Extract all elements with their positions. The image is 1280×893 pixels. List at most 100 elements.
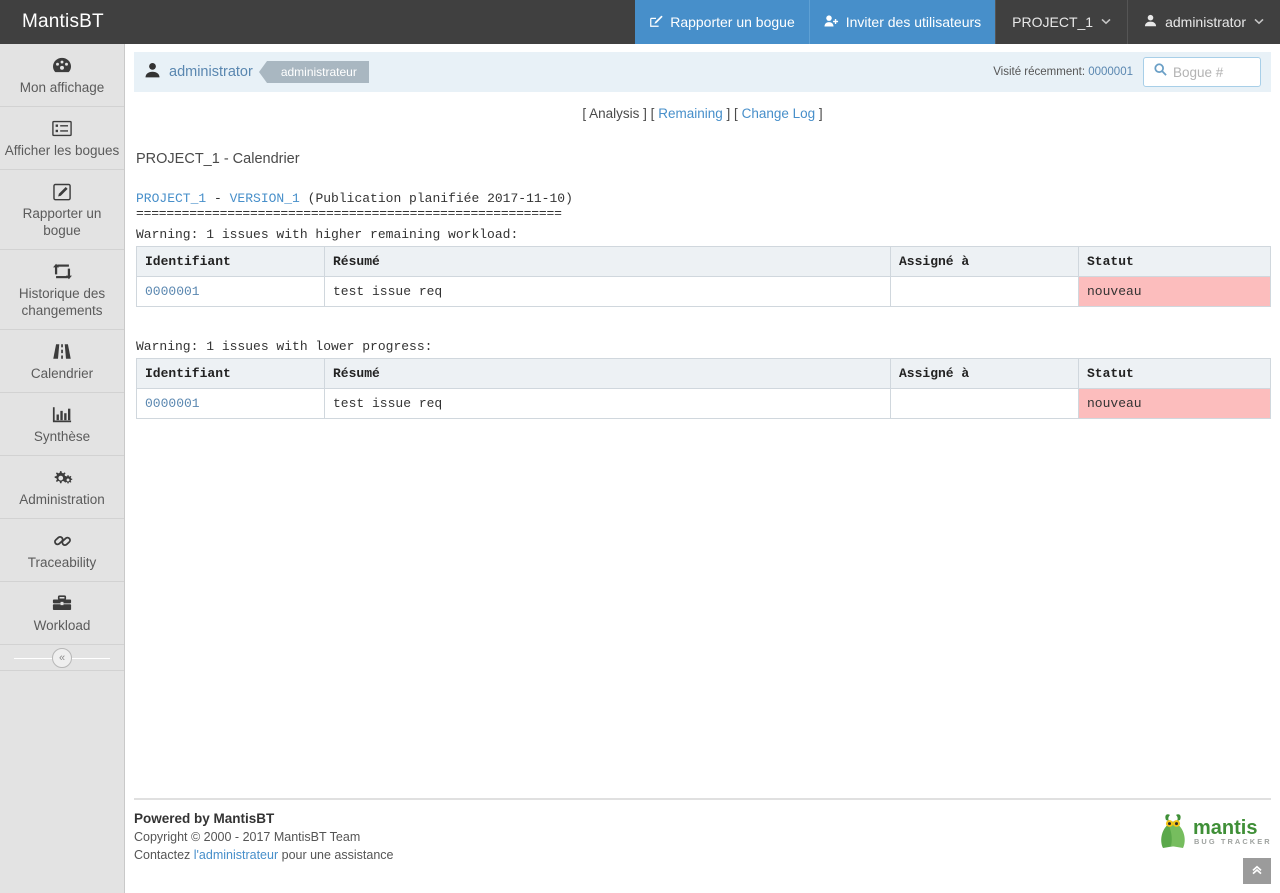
sidebar-item-view-issues[interactable]: Afficher les bogues (0, 107, 124, 170)
sidebar-item-workload[interactable]: Workload (0, 582, 124, 645)
column-header-assigned: Assigné à (890, 246, 1079, 277)
sidebar-item-changelog[interactable]: Historique des changements (0, 250, 124, 330)
version-name-link[interactable]: VERSION_1 (230, 191, 300, 206)
chevron-down-icon (1101, 16, 1111, 28)
recently-visited-value[interactable]: 0000001 (1088, 66, 1133, 78)
issues-table-lower-progress: Identifiant Résumé Assigné à Statut 0000… (136, 358, 1271, 419)
sidebar-item-label: Traceability (27, 555, 97, 570)
userbar-right: Visité récemment: 0000001 (993, 57, 1261, 87)
list-icon (3, 118, 121, 138)
sidebar-item-my-view[interactable]: Mon affichage (0, 44, 124, 107)
bracket-open: [ (582, 106, 587, 121)
briefcase-icon (3, 593, 121, 613)
sidebar-item-label: Historique des changements (18, 286, 106, 318)
mantis-insect-glyph (1161, 814, 1185, 848)
footer-copyright: Copyright © 2000 - 2017 MantisBT Team (134, 830, 361, 844)
sidebar-collapse-button[interactable]: « (52, 647, 72, 668)
mantis-logo-subtext: BUG TRACKER (1194, 837, 1271, 846)
issue-id-link[interactable]: 0000001 (145, 396, 200, 411)
table-header-row: Identifiant Résumé Assigné à Statut (136, 358, 1271, 389)
link-change-log[interactable]: Change Log (742, 106, 816, 121)
cell-assigned (890, 276, 1079, 307)
cell-id: 0000001 (136, 388, 325, 419)
project-selector[interactable]: PROJECT_1 (995, 0, 1127, 44)
column-header-id: Identifiant (136, 246, 325, 277)
invite-users-button[interactable]: Inviter des utilisateurs (808, 0, 996, 44)
issue-id-link[interactable]: 0000001 (145, 284, 200, 299)
app-brand: MantisBT (22, 11, 104, 32)
cell-status: nouveau (1078, 276, 1271, 307)
double-chevron-up-icon (1251, 864, 1263, 879)
user-icon (1144, 14, 1157, 30)
user-breadcrumb-bar: administrator administrateur Visité réce… (134, 52, 1271, 92)
column-header-assigned: Assigné à (890, 358, 1079, 389)
mantis-logo-text: mantis (1193, 817, 1257, 839)
recently-visited: Visité récemment: 0000001 (993, 66, 1133, 78)
avatar-icon (144, 62, 161, 83)
breadcrumb-user[interactable]: administrator (144, 62, 253, 83)
app-root: MantisBT Rapporter un bogue Inviter des … (0, 0, 1280, 893)
administrator-link[interactable]: l'administrateur (194, 848, 278, 862)
column-header-summary: Résumé (324, 358, 891, 389)
user-plus-icon (824, 14, 839, 31)
sidebar-item-summary[interactable]: Synthèse (0, 393, 124, 456)
footer: Powered by MantisBT Copyright © 2000 - 2… (134, 798, 1271, 864)
user-menu[interactable]: administrator (1127, 0, 1280, 44)
scroll-to-top-button[interactable] (1243, 858, 1271, 884)
mantis-logo: mantis BUG TRACKER (1153, 812, 1271, 861)
sidebar-item-label: Calendrier (30, 366, 94, 381)
version-header: PROJECT_1 - VERSION_1 (Publication plani… (136, 191, 1269, 206)
powered-by-label: Powered by (134, 811, 214, 826)
sidebar-collapse-bar: « (0, 645, 124, 671)
sidebar-item-roadmap[interactable]: Calendrier (0, 330, 124, 393)
recently-visited-label: Visité récemment: (993, 66, 1086, 78)
content-body: PROJECT_1 - Calendrier PROJECT_1 - VERSI… (125, 151, 1280, 419)
footer-contact: Contactez l'administrateur pour une assi… (134, 846, 394, 864)
column-header-id: Identifiant (136, 358, 325, 389)
invite-users-label: Inviter des utilisateurs (845, 14, 982, 30)
version-project-link[interactable]: PROJECT_1 (136, 191, 206, 206)
edit-square-icon (649, 14, 663, 31)
top-navbar: MantisBT Rapporter un bogue Inviter des … (0, 0, 1280, 44)
retweet-icon (3, 261, 121, 281)
main-content: administrator administrateur Visité réce… (125, 44, 1280, 893)
column-header-status: Statut (1078, 246, 1271, 277)
cell-assigned (890, 388, 1079, 419)
role-badge: administrateur (258, 61, 369, 83)
sidebar-item-traceability[interactable]: Traceability (0, 519, 124, 582)
table-row: 0000001 test issue req nouveau (136, 388, 1271, 419)
footer-text: Powered by MantisBT Copyright © 2000 - 2… (134, 810, 394, 864)
breadcrumb-username: administrator (169, 64, 253, 80)
bracket-close: ] (726, 106, 731, 121)
contact-suffix: pour une assistance (278, 848, 394, 862)
search-icon (1154, 63, 1167, 81)
dashboard-icon (3, 55, 121, 75)
sidebar-item-label: Administration (19, 492, 105, 507)
column-header-summary: Résumé (324, 246, 891, 277)
view-mode-links: [ Analysis ] [ Remaining ] [ Change Log … (125, 106, 1280, 121)
search-input[interactable] (1173, 64, 1250, 80)
sidebar-item-report-issue[interactable]: Rapporter un bogue (0, 170, 124, 250)
bracket-close: ] (818, 106, 823, 121)
column-header-status: Statut (1078, 358, 1271, 389)
sidebar-item-administration[interactable]: Administration (0, 456, 124, 519)
link-icon (3, 530, 121, 550)
bracket-open: [ (650, 106, 655, 121)
link-analysis[interactable]: Analysis (589, 106, 639, 121)
warning-text: Warning: 1 issues with higher remaining … (136, 227, 519, 242)
warning-text: Warning: 1 issues with lower progress: (136, 339, 433, 354)
user-menu-label: administrator (1165, 14, 1246, 30)
issue-search-box[interactable] (1143, 57, 1261, 87)
cell-id: 0000001 (136, 276, 325, 307)
bracket-open: [ (734, 106, 738, 121)
link-remaining[interactable]: Remaining (658, 106, 723, 121)
road-icon (3, 341, 121, 361)
sidebar-item-label: Workload (33, 618, 91, 633)
edit-icon (3, 181, 121, 201)
report-bug-button[interactable]: Rapporter un bogue (635, 0, 809, 44)
bracket-close: ] (643, 106, 647, 121)
mantisbt-link[interactable]: MantisBT (214, 811, 275, 826)
sidebar-item-label: Afficher les bogues (4, 143, 120, 158)
